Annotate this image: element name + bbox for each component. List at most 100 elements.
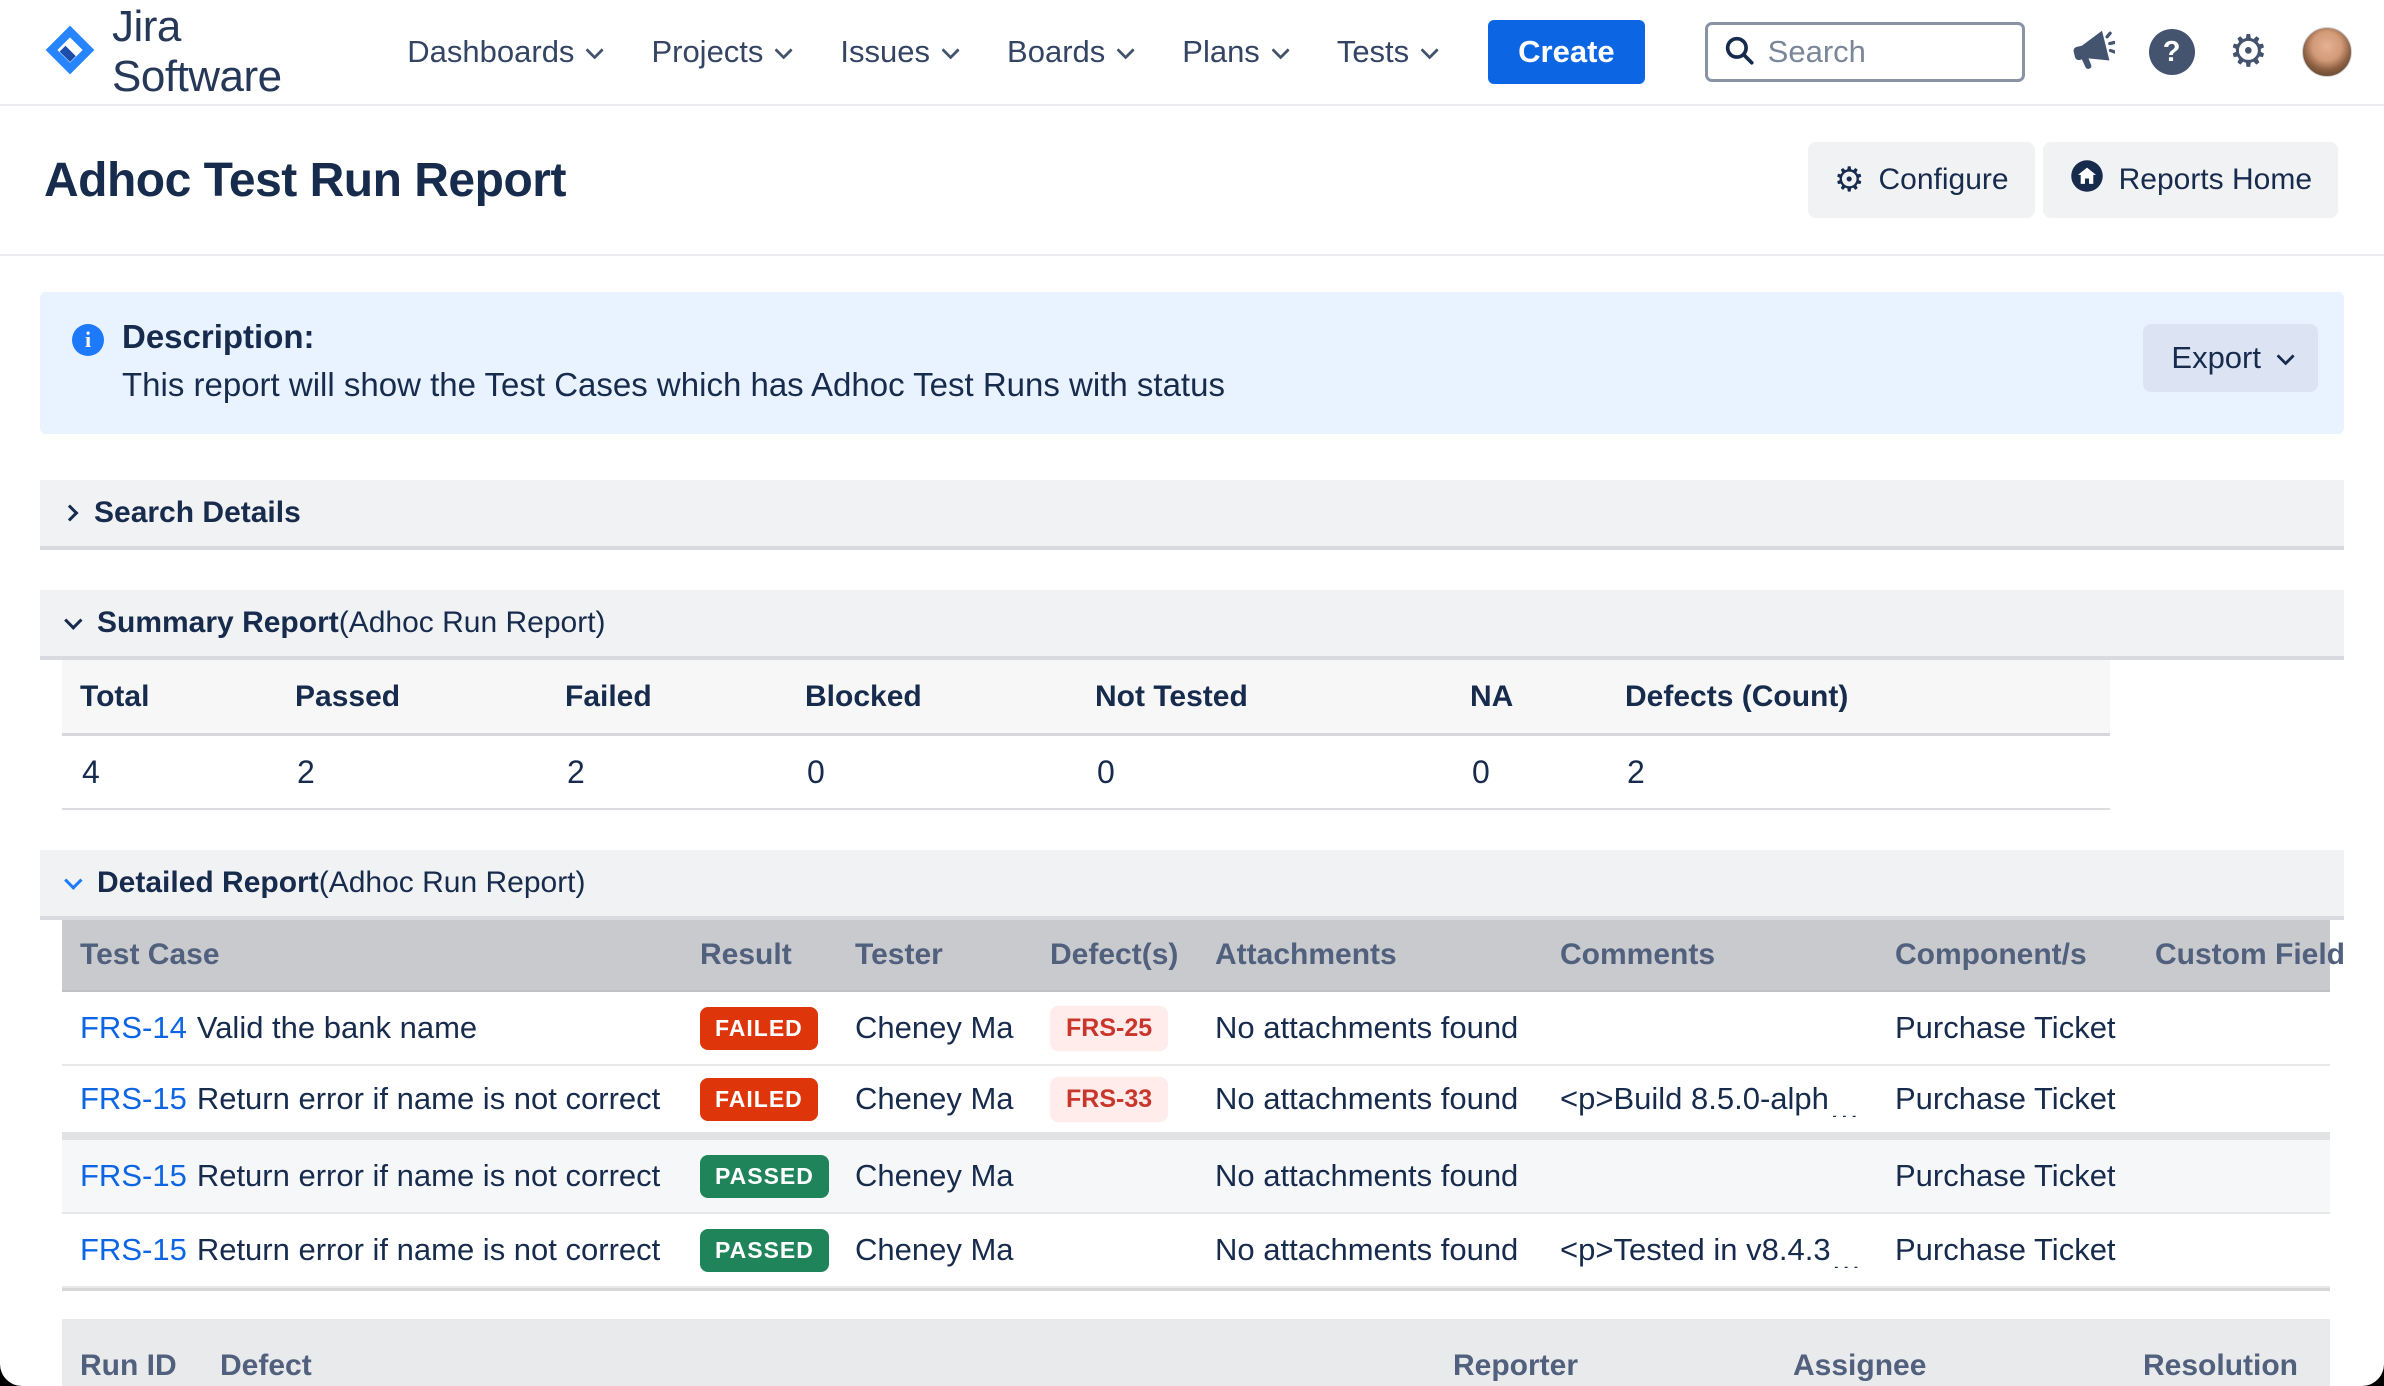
description-title: Description:	[122, 318, 2143, 356]
nav-item-projects[interactable]: Projects	[651, 34, 788, 70]
result-cell: PASSED	[682, 1155, 837, 1198]
defects-header-reporter: Reporter	[1435, 1319, 1775, 1383]
test-case-cell: FRS-15Return error if name is not correc…	[62, 1158, 682, 1194]
result-badge: FAILED	[700, 1007, 818, 1050]
main-menu: Dashboards Projects Issues Boards Plans Tests	[407, 34, 1434, 70]
defects-header-assignee: Assignee	[1775, 1319, 2125, 1383]
summary-value-na: 0	[1452, 754, 1607, 791]
tester-cell: Cheney Ma	[837, 1232, 1032, 1268]
settings-gear-icon[interactable]: ⚙	[2229, 30, 2268, 74]
chevron-down-icon	[1421, 41, 1439, 59]
summary-table-values: 4220002	[62, 736, 2110, 810]
summary-report-toggle[interactable]: Summary Report (Adhoc Run Report)	[40, 590, 2344, 660]
description-texts: Description: This report will show the T…	[122, 318, 2143, 404]
nav-item-issues[interactable]: Issues	[840, 34, 955, 70]
defects-header-defect: Defect	[202, 1319, 1435, 1383]
description-text: This report will show the Test Cases whi…	[122, 366, 2143, 404]
search-details-toggle[interactable]: Search Details	[40, 480, 2344, 550]
result-cell: PASSED	[682, 1229, 837, 1272]
result-badge: PASSED	[700, 1229, 829, 1272]
issue-link[interactable]: FRS-15	[80, 1081, 187, 1116]
result-cell: FAILED	[682, 1078, 837, 1121]
chevron-down-icon	[64, 611, 82, 629]
nav-item-label: Dashboards	[407, 34, 574, 70]
test-case-cell: FRS-15 Return error if name is not correc…	[62, 1232, 682, 1268]
jira-logo-text: Jira Software	[112, 2, 343, 102]
test-case-summary: Return error if name is not correct	[197, 1232, 660, 1267]
chevron-down-icon	[1271, 41, 1289, 59]
detailed-table-body: FRS-14 Valid the bank name FAILED Cheney Ma…	[62, 992, 2330, 1288]
create-button[interactable]: Create	[1488, 20, 1645, 84]
attachments-cell: No attachments found	[1197, 1232, 1542, 1268]
summary-value-not-tested: 0	[1077, 754, 1452, 791]
chevron-right-icon	[62, 505, 79, 522]
defects-header-resolution: Resolution	[2125, 1319, 2330, 1383]
chevron-down-icon	[586, 41, 604, 59]
summary-table: TotalPassedFailedBlockedNot TestedNADefe…	[62, 660, 2110, 810]
issue-link[interactable]: FRS-15	[80, 1158, 187, 1193]
reports-home-button[interactable]: Reports Home	[2043, 142, 2338, 218]
home-icon	[2069, 158, 2105, 202]
result-badge: FAILED	[700, 1078, 818, 1121]
issue-link[interactable]: FRS-15	[80, 1232, 187, 1267]
defect-chip[interactable]: FRS-33	[1050, 1077, 1168, 1122]
summary-value-blocked: 0	[787, 754, 1077, 791]
tester-cell: Cheney Ma	[837, 1081, 1032, 1117]
issue-link[interactable]: FRS-14	[80, 1010, 187, 1045]
summary-table-header: TotalPassedFailedBlockedNot TestedNADefe…	[62, 660, 2110, 736]
help-icon[interactable]: ?	[2149, 29, 2195, 75]
configure-gear-icon: ⚙	[1834, 163, 1864, 197]
configure-button[interactable]: ⚙ Configure	[1808, 142, 2035, 218]
top-navigation: Jira Software Dashboards Projects Issues Bo…	[0, 0, 2384, 106]
summary-value-failed: 2	[547, 754, 787, 791]
announcement-icon[interactable]	[2069, 27, 2115, 78]
summary-report-subtitle: (Adhoc Run Report)	[339, 606, 606, 640]
summary-header-na: NA	[1452, 680, 1607, 714]
chevron-down-icon	[1117, 41, 1135, 59]
detailed-table: Test CaseResultTesterDefect(s)Attachment…	[62, 920, 2330, 1291]
component-cell: Purchase Ticket	[1877, 1081, 2137, 1117]
chevron-down-icon	[775, 41, 793, 59]
test-case-summary: Return error if name is not correct	[197, 1081, 660, 1116]
chevron-down-icon	[64, 871, 82, 889]
nav-item-label: Issues	[840, 34, 930, 70]
nav-item-label: Plans	[1182, 34, 1260, 70]
result-badge: PASSED	[700, 1155, 829, 1198]
result-cell: FAILED	[682, 1007, 837, 1050]
test-case-cell: FRS-14 Valid the bank name	[62, 1010, 682, 1046]
defect-chip[interactable]: FRS-25	[1050, 1006, 1168, 1051]
nav-item-tests[interactable]: Tests	[1337, 34, 1434, 70]
summary-header-total: Total	[62, 680, 277, 714]
search-input[interactable]	[1768, 34, 1998, 70]
export-label: Export	[2171, 340, 2261, 376]
table-row: FRS-15Return error if name is not correc…	[62, 1140, 2330, 1214]
tester-cell: Cheney Ma	[837, 1158, 1032, 1194]
nav-item-dashboards[interactable]: Dashboards	[407, 34, 599, 70]
summary-value-total: 4	[62, 754, 277, 791]
table-row: FRS-15 Return error if name is not correc…	[62, 1214, 2330, 1288]
nav-item-label: Projects	[651, 34, 763, 70]
reports-home-label: Reports Home	[2119, 163, 2312, 197]
detail-header-comments: Comments	[1542, 938, 1877, 972]
export-button[interactable]: Export	[2143, 324, 2318, 392]
jira-logo[interactable]: Jira Software	[44, 2, 343, 102]
detailed-report-title: Detailed Report	[97, 866, 319, 900]
detailed-report-subtitle: (Adhoc Run Report)	[319, 866, 586, 900]
defect-cell: FRS-25	[1032, 1006, 1197, 1051]
attachments-cell: No attachments found	[1197, 1158, 1542, 1194]
test-case-summary: Valid the bank name	[197, 1010, 477, 1045]
test-case-cell: FRS-15 Return error if name is not correc…	[62, 1081, 682, 1117]
global-search[interactable]	[1705, 22, 2025, 82]
nav-item-label: Boards	[1007, 34, 1105, 70]
nav-item-plans[interactable]: Plans	[1182, 34, 1285, 70]
summary-header-defects-count: Defects (Count)	[1607, 680, 2110, 714]
comment-text: <p>Tested in v8.4.3	[1560, 1232, 1831, 1267]
detailed-report-toggle[interactable]: Detailed Report(Adhoc Run Report)	[40, 850, 2344, 920]
summary-header-failed: Failed	[547, 680, 787, 714]
nav-item-boards[interactable]: Boards	[1007, 34, 1130, 70]
user-avatar[interactable]	[2302, 27, 2352, 77]
nav-icon-group: ? ⚙	[2069, 27, 2352, 78]
table-row: FRS-14Valid the bank nameFAILEDCheney Ma…	[62, 992, 2330, 1066]
summary-header-not-tested: Not Tested	[1077, 680, 1452, 714]
component-cell: Purchase Ticket	[1877, 1158, 2137, 1194]
